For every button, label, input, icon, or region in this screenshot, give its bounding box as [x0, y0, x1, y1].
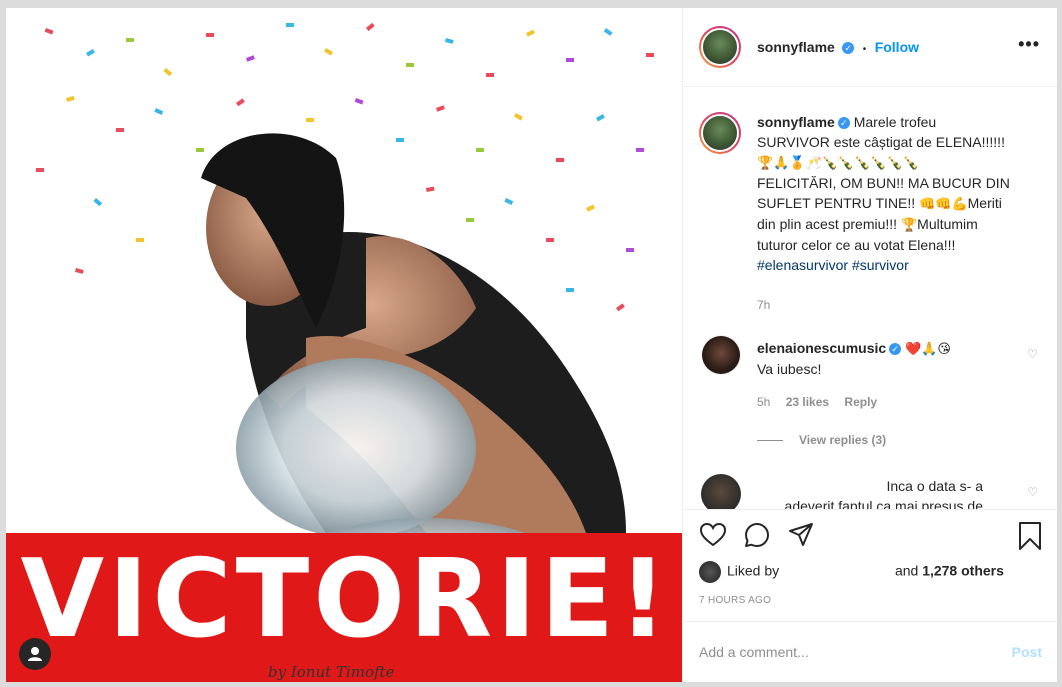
tagged-users-button[interactable]	[19, 638, 51, 670]
caption-line4: SUFLET PENTRU TINE!!	[757, 195, 920, 211]
post-sidebar: sonnyflame ✓ • Follow ••• sonnyflame ✓ Ma…	[682, 8, 1057, 682]
post-time-ago[interactable]: 7 HOURS AGO	[699, 595, 771, 606]
comment-text: Va iubesc!	[757, 361, 822, 377]
caption-emojis-1: 🏆🙏🏅🥂🍾🍾🍾🍾🍾🍾	[757, 155, 919, 170]
user-icon	[28, 647, 42, 661]
author-avatar[interactable]	[699, 26, 741, 68]
comment-text: Inca o data s- a	[886, 478, 983, 494]
add-comment-input[interactable]	[699, 640, 989, 664]
add-comment-section: Post	[683, 621, 1057, 682]
post-actions: Liked by and 1,278 others 7 HOURS AGO	[683, 511, 1057, 621]
comment-like-heart-icon[interactable]: ♡	[1027, 485, 1038, 499]
post-header: sonnyflame ✓ • Follow •••	[683, 8, 1057, 87]
post-image[interactable]: VICTORIE! by Ionut Timofte	[6, 8, 682, 682]
view-replies-label[interactable]: View replies (3)	[799, 433, 886, 447]
author-username[interactable]: sonnyflame	[757, 39, 835, 55]
liker-avatar[interactable]	[699, 561, 721, 583]
caption-line5: din plin acest premiu!!!	[757, 216, 901, 232]
caption-emojis-2: 👊👊💪	[919, 196, 968, 211]
victory-banner-text: VICTORIE!	[20, 537, 672, 662]
image-signature: by Ionut Timofte	[268, 663, 395, 681]
likes-count[interactable]: 1,278 others	[922, 563, 1004, 579]
replies-line	[757, 440, 783, 442]
commenter-avatar[interactable]	[701, 335, 741, 375]
verified-icon: ✓	[889, 343, 902, 356]
more-dots-icon[interactable]: •••	[1018, 34, 1040, 55]
comment-like-heart-icon[interactable]: ♡	[1027, 347, 1038, 361]
comments-list[interactable]: sonnyflame ✓ Marele trofeu SURVIVOR este …	[683, 88, 1057, 510]
caption-avatar[interactable]	[699, 112, 741, 154]
separator-dot: •	[862, 44, 867, 55]
comment-icon[interactable]	[743, 521, 771, 549]
post-comment-button[interactable]: Post	[1012, 644, 1042, 660]
post-dialog: VICTORIE! by Ionut Timofte sonnyflame ✓ …	[5, 7, 1058, 683]
liked-by-label: Liked by	[727, 562, 780, 579]
caption-line1: Marele trofeu	[853, 114, 937, 130]
comment-meta: 5h 23 likes Reply	[757, 395, 877, 409]
comment-emojis: ❤️🙏😘	[905, 341, 951, 356]
caption-line6: tuturor celor ce au votat Elena!!!	[757, 237, 956, 253]
share-paper-plane-icon[interactable]	[787, 521, 815, 549]
comment-likes[interactable]: 23 likes	[786, 395, 829, 409]
caption-time[interactable]: 7h	[757, 298, 770, 312]
comment-time[interactable]: 5h	[757, 395, 770, 409]
follow-button[interactable]: Follow	[875, 39, 919, 55]
comment-text: adeverit faptul ca mai presus de	[784, 498, 983, 510]
comment-reply-button[interactable]: Reply	[844, 395, 877, 409]
caption-line4b: Meriti	[967, 195, 1002, 211]
caption-line2: SURVIVOR este câștigat de ELENA!!!!!!	[757, 134, 1005, 150]
verified-icon: ✓	[842, 41, 855, 54]
view-replies[interactable]: View replies (3)	[757, 433, 886, 447]
comment-1: elenaionescumusic ✓ ❤️🙏😘 Va iubesc!	[757, 338, 1017, 379]
caption-hashtags[interactable]: #elenasurvivor #survivor	[757, 257, 909, 273]
caption-username[interactable]: sonnyflame	[757, 114, 835, 130]
save-bookmark-icon[interactable]	[1017, 521, 1043, 551]
like-heart-icon[interactable]	[699, 521, 727, 549]
caption-emojis-3: 🏆	[900, 217, 918, 232]
commenter-avatar[interactable]	[701, 474, 741, 509]
caption-line3: FELICITĂRI, OM BUN!! MA BUCUR DIN	[757, 175, 1010, 191]
comment-2: Inca o data s- a adeverit faptul ca mai …	[757, 476, 983, 510]
likes-summary: Liked by and 1,278 others	[699, 561, 1004, 583]
verified-icon: ✓	[837, 117, 850, 130]
caption-line5b: Multumim	[917, 216, 978, 232]
liked-by-and: and	[894, 562, 919, 579]
caption: sonnyflame ✓ Marele trofeu SURVIVOR este …	[757, 112, 1037, 275]
comment-username[interactable]: elenaionescumusic	[757, 340, 886, 356]
